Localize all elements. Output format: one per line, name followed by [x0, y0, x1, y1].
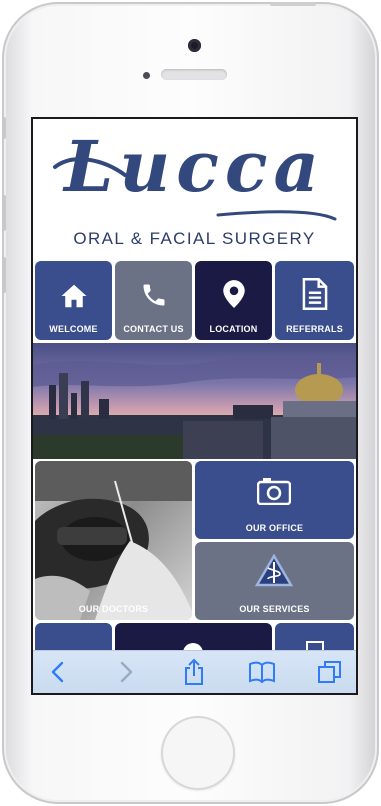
tile-welcome-label: WELCOME [49, 324, 98, 334]
forward-icon[interactable] [111, 657, 141, 687]
front-camera [188, 39, 201, 52]
proximity-sensor [143, 72, 150, 79]
tile-services-label: OUR SERVICES [239, 604, 310, 614]
brand-logo: Lucca ORAL & FACIAL SURGERY [33, 119, 356, 260]
tile-office-label: OUR OFFICE [245, 523, 304, 533]
back-icon[interactable] [43, 657, 73, 687]
tile-welcome[interactable]: WELCOME [35, 261, 112, 340]
caduceus-triangle-icon [255, 554, 293, 587]
power-button [270, 2, 316, 6]
bookmarks-icon[interactable] [247, 657, 277, 687]
home-icon [61, 284, 87, 308]
share-icon[interactable] [179, 657, 209, 687]
phone-icon [143, 284, 165, 306]
phone-screen: Lucca ORAL & FACIAL SURGERY WELCOME CONT… [33, 119, 356, 693]
mute-switch [2, 117, 6, 139]
document-icon [302, 278, 328, 310]
tile-doctors-label: OUR DOCTORS [78, 604, 149, 614]
boston-skyline-photo [33, 343, 356, 459]
volume-down-button [2, 257, 6, 293]
tile-referrals[interactable]: REFERRALS [275, 261, 354, 340]
camera-icon [257, 478, 291, 505]
map-pin-icon [223, 280, 245, 308]
tabs-icon[interactable] [315, 657, 345, 687]
browser-toolbar [33, 650, 356, 693]
logo-script-name: Lucca [64, 125, 325, 208]
phone-frame: Lucca ORAL & FACIAL SURGERY WELCOME CONT… [2, 2, 379, 804]
tile-our-office[interactable]: OUR OFFICE [195, 461, 354, 539]
tile-our-services[interactable]: OUR SERVICES [195, 542, 354, 620]
tile-our-doctors[interactable]: OUR DOCTORS [35, 461, 192, 620]
tile-contact-us[interactable]: CONTACT US [115, 261, 192, 340]
tile-contact-label: CONTACT US [123, 324, 184, 334]
tile-location[interactable]: LOCATION [195, 261, 272, 340]
tile-referrals-label: REFERRALS [286, 324, 343, 334]
tile-location-label: LOCATION [209, 324, 258, 334]
earpiece-speaker [161, 69, 227, 80]
doctor-photo [35, 461, 192, 620]
home-button[interactable] [161, 716, 235, 790]
volume-up-button [2, 195, 6, 231]
logo-tagline: ORAL & FACIAL SURGERY [73, 229, 316, 248]
